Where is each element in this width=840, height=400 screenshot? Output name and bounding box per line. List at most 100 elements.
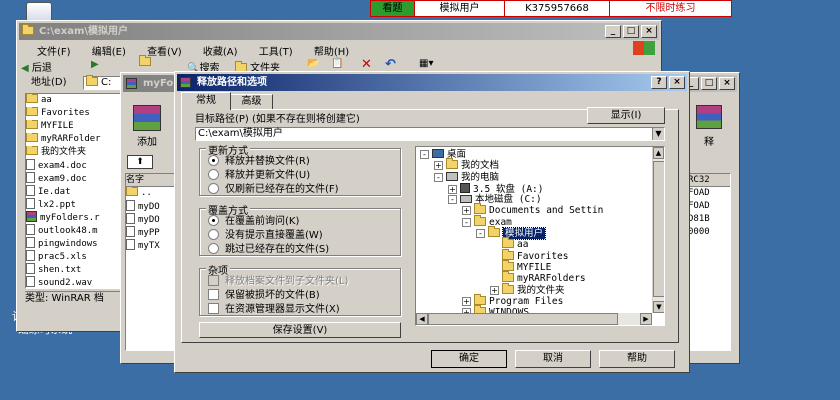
list-item[interactable]: sound2.wav — [26, 276, 120, 288]
minimize-button[interactable]: _ — [605, 25, 621, 38]
tree-item[interactable]: aa — [416, 237, 652, 250]
move-to-icon[interactable]: 📂 — [307, 58, 319, 69]
collapse-icon[interactable]: - — [462, 217, 471, 227]
list-item[interactable]: myDO — [126, 213, 176, 226]
list-item[interactable]: myTX — [126, 239, 176, 252]
back-button[interactable]: ◀ 后退 — [21, 59, 52, 74]
extract-button[interactable]: 释 — [687, 103, 731, 149]
maximize-button[interactable]: □ — [701, 77, 717, 90]
save-settings-button[interactable]: 保存设置(V) — [199, 322, 401, 338]
tab-general[interactable]: 常规 — [181, 92, 231, 110]
word-doc-icon — [126, 200, 135, 211]
views-icon[interactable]: ▦▾ — [419, 58, 433, 69]
list-item[interactable]: MYFILE — [26, 120, 120, 133]
tree-item[interactable]: Favorites — [416, 248, 652, 262]
list-item[interactable]: myDO — [126, 200, 176, 213]
column-header-name[interactable]: 名字 — [126, 174, 176, 187]
scroll-thumb[interactable] — [653, 161, 664, 297]
radio-ask[interactable]: 在覆盖前询问(K) — [208, 215, 299, 228]
tree-item[interactable]: + 我的文档 — [416, 158, 652, 171]
scroll-up-button[interactable]: ▲ — [653, 147, 664, 159]
tree-item[interactable]: + Documents and Settin — [416, 203, 652, 216]
winrar-file-list[interactable]: 名字 .. myDO myDO myPP myTX — [125, 173, 177, 351]
list-item[interactable]: myPP — [126, 226, 176, 239]
list-item[interactable]: prac5.xls — [26, 250, 120, 263]
expand-icon[interactable]: + — [490, 285, 499, 295]
tree-item[interactable]: + 我的文件夹 — [416, 282, 652, 296]
help-title-button[interactable]: ? — [651, 76, 667, 89]
radio-dot — [208, 169, 219, 180]
explorer-title: C:\exam\模拟用户 — [39, 26, 129, 37]
ok-button[interactable]: 确定 — [431, 350, 507, 368]
undo-icon[interactable]: ↶ — [385, 57, 396, 72]
tree-item[interactable]: - 模拟用户 — [416, 226, 652, 241]
expand-icon[interactable]: + — [462, 296, 471, 306]
close-button[interactable]: × — [641, 25, 657, 38]
radio-skip[interactable]: 跳过已经存在的文件(S) — [208, 243, 329, 256]
check-keep-broken[interactable]: 保留被损坏的文件(B) — [208, 289, 320, 302]
tree-item[interactable]: - 本地磁盘 (C:) — [416, 194, 652, 205]
list-item[interactable]: 我的文件夹 — [26, 146, 120, 159]
hscroll-thumb[interactable] — [428, 313, 618, 325]
explorer-file-list[interactable]: aa Favorites MYFILE myRARFolder 我的文件夹 ex… — [25, 93, 121, 289]
tree-item[interactable]: + Program Files — [416, 293, 652, 307]
list-item[interactable]: shen.txt — [26, 263, 120, 276]
copy-to-icon[interactable]: 📋 — [331, 58, 343, 69]
tree-item[interactable]: - exam — [416, 214, 652, 228]
tree-item[interactable]: MYFILE — [416, 259, 652, 273]
radio-replace[interactable]: 释放并替换文件(R) — [208, 155, 310, 168]
collapse-icon[interactable]: - — [420, 150, 429, 159]
collapse-icon[interactable]: - — [434, 172, 443, 182]
forward-button[interactable]: ▶ — [91, 59, 99, 70]
list-item[interactable]: .. — [126, 187, 176, 200]
check-show-in-explorer[interactable]: 在资源管理器显示文件(X) — [208, 303, 340, 316]
list-item[interactable]: aa — [26, 94, 120, 107]
tree-vscrollbar[interactable]: ▲ ▼ — [652, 147, 664, 313]
check-subfolders: 释放档案文件到子文件夹(L) — [208, 275, 348, 288]
up-folder-button[interactable]: ⬆ — [127, 155, 153, 169]
scroll-left-button[interactable]: ◀ — [416, 313, 428, 325]
explorer-titlebar[interactable]: C:\exam\模拟用户 _ □ × — [19, 23, 659, 40]
cancel-button[interactable]: 取消 — [515, 350, 591, 368]
expand-icon[interactable]: + — [434, 161, 443, 171]
list-item[interactable]: exam9.doc — [26, 172, 120, 185]
list-item[interactable]: pingwindows — [26, 237, 120, 250]
target-path-input[interactable]: C:\exam\模拟用户 ▼ — [195, 127, 665, 141]
folder-tree[interactable]: - 桌面 + 我的文档 - 我的电脑 +3.5 软盘 (A:) - 本地磁盘 (C:) + Docu… — [415, 146, 665, 326]
help-button[interactable]: 帮助 — [599, 350, 675, 368]
list-item[interactable]: myRARFolder — [26, 133, 120, 146]
tree-item[interactable]: myRARFolders — [416, 271, 652, 284]
folder-icon — [502, 282, 514, 294]
radio-overwrite[interactable]: 没有提示直接覆盖(W) — [208, 229, 323, 242]
collapse-icon[interactable]: - — [448, 195, 457, 205]
list-item[interactable]: myFolders.r — [26, 211, 120, 224]
maximize-button[interactable]: □ — [623, 25, 639, 38]
scroll-down-button[interactable]: ▼ — [653, 301, 664, 313]
column-header-crc[interactable]: RC32 — [688, 174, 730, 187]
tree-hscrollbar[interactable]: ◀ ▶ — [416, 313, 652, 325]
dialog-titlebar[interactable]: 释放路径和选项 ? × — [177, 74, 687, 91]
tree-item[interactable]: - 我的电脑 — [416, 171, 652, 183]
up-button[interactable] — [139, 55, 154, 68]
expand-icon[interactable]: + — [462, 206, 471, 216]
expand-icon[interactable]: + — [448, 184, 457, 194]
collapse-icon[interactable]: - — [476, 229, 485, 239]
list-item[interactable]: lx2.ppt — [26, 198, 120, 211]
list-item[interactable]: Ie.dat — [26, 185, 120, 198]
dropdown-arrow-icon[interactable]: ▼ — [652, 128, 664, 140]
scroll-right-button[interactable]: ▶ — [640, 313, 652, 325]
close-button[interactable]: × — [669, 76, 685, 89]
show-button[interactable]: 显示(I) — [587, 107, 665, 124]
tree-items: - 桌面 + 我的文档 - 我的电脑 +3.5 软盘 (A:) - 本地磁盘 (C:) + Docu… — [416, 149, 652, 325]
radio-refresh[interactable]: 仅刷新已经存在的文件(F) — [208, 183, 339, 196]
tab-advanced[interactable]: 高级 — [231, 94, 273, 109]
radio-update[interactable]: 释放并更新文件(U) — [208, 169, 310, 182]
winrar-add-button[interactable]: 添加 — [125, 103, 169, 149]
list-item[interactable]: Favorites — [26, 107, 120, 120]
list-item[interactable]: outlook48.m — [26, 224, 120, 237]
tab-view-question[interactable]: 看题 — [371, 1, 415, 16]
list-item[interactable]: exam4.doc — [26, 159, 120, 172]
delete-icon[interactable]: ✕ — [361, 57, 372, 72]
tree-item[interactable]: +3.5 软盘 (A:) — [416, 182, 652, 195]
close-button[interactable]: × — [719, 77, 735, 90]
